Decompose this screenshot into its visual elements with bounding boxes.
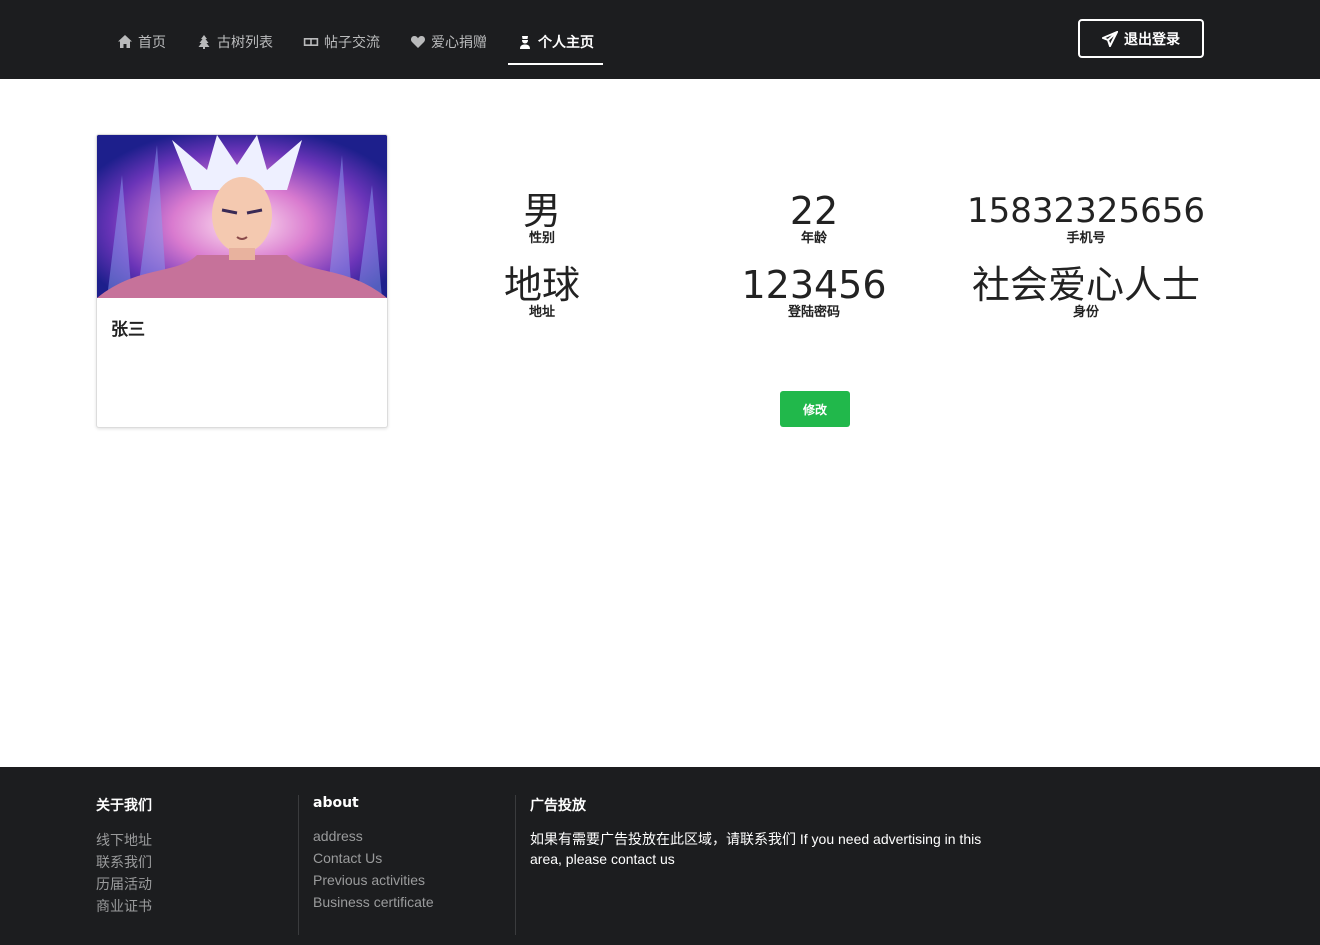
footer-ad-text: 如果有需要广告投放在此区域，请联系我们 If you need advertis… xyxy=(530,831,982,867)
footer-divider xyxy=(298,795,299,935)
footer-divider xyxy=(515,795,516,935)
profile-name: 张三 xyxy=(111,320,145,340)
address-value: 地球 xyxy=(503,263,580,307)
avatar xyxy=(97,135,387,298)
footer-link[interactable]: Previous activities xyxy=(313,869,434,891)
footer-link[interactable]: Contact Us xyxy=(313,847,434,869)
nav-item-label: 个人主页 xyxy=(538,35,594,51)
stat-age: 22 年龄 xyxy=(704,191,924,247)
nav-item-label: 爱心捐赠 xyxy=(431,35,487,51)
profile-card: 张三 xyxy=(96,134,388,428)
stat-phone: 15832325656 手机号 xyxy=(966,191,1206,247)
footer-about-us: 关于我们 线下地址 联系我们 历届活动 商业证书 xyxy=(96,795,152,917)
footer-link[interactable]: Business certificate xyxy=(313,891,434,913)
home-icon xyxy=(118,35,132,48)
nav-item-profile[interactable]: 个人主页 xyxy=(508,20,603,65)
stat-gender: 男 性别 xyxy=(432,191,652,247)
nav-item-label: 帖子交流 xyxy=(324,35,380,51)
password-value: 123456 xyxy=(741,263,887,307)
address-label: 地址 xyxy=(528,305,555,320)
nav-item-label: 古树列表 xyxy=(217,35,273,51)
nav-item-posts[interactable]: 帖子交流 xyxy=(294,20,389,64)
role-value: 社会爱心人士 xyxy=(971,263,1200,307)
password-label: 登陆密码 xyxy=(787,305,840,320)
gender-value: 男 xyxy=(522,189,561,233)
footer-col-title: 广告投放 xyxy=(530,798,586,814)
heart-icon xyxy=(410,36,426,48)
footer-link[interactable]: 线下地址 xyxy=(96,829,152,851)
footer-about: about address Contact Us Previous activi… xyxy=(313,795,434,913)
tree-icon xyxy=(198,35,210,49)
edit-button[interactable]: 修改 xyxy=(780,391,850,427)
stat-role: 社会爱心人士 身份 xyxy=(966,265,1206,321)
gender-label: 性别 xyxy=(528,231,555,246)
footer-link[interactable]: 历届活动 xyxy=(96,873,152,895)
age-label: 年龄 xyxy=(800,231,827,246)
nav-menu: 首页 古树列表 帖子交流 爱心捐赠 个人主页 xyxy=(108,20,615,65)
nav-item-tree-list[interactable]: 古树列表 xyxy=(187,20,282,64)
logout-button[interactable]: 退出登录 xyxy=(1078,19,1204,58)
logout-label: 退出登录 xyxy=(1124,31,1180,48)
footer-advertising: 广告投放 如果有需要广告投放在此区域，请联系我们 If you need adv… xyxy=(530,795,990,869)
avatar-image xyxy=(97,135,387,298)
age-value: 22 xyxy=(789,189,839,233)
footer-col-title: about xyxy=(313,795,359,811)
footer-link[interactable]: 联系我们 xyxy=(96,851,152,873)
nav-item-label: 首页 xyxy=(138,35,166,51)
stat-password: 123456 登陆密码 xyxy=(704,265,924,321)
phone-label: 手机号 xyxy=(1066,231,1106,246)
nav-item-home[interactable]: 首页 xyxy=(108,20,175,64)
stat-address: 地球 地址 xyxy=(432,265,652,321)
footer-col-title: 关于我们 xyxy=(96,798,152,814)
top-navbar: 首页 古树列表 帖子交流 爱心捐赠 个人主页 退出登录 xyxy=(0,0,1320,79)
phone-value: 15832325656 xyxy=(967,191,1205,231)
footer-link[interactable]: 商业证书 xyxy=(96,895,152,917)
role-label: 身份 xyxy=(1072,305,1099,320)
card-icon xyxy=(303,38,319,46)
nav-item-donation[interactable]: 爱心捐赠 xyxy=(401,20,496,64)
paper-plane-icon xyxy=(1102,30,1118,47)
footer: 关于我们 线下地址 联系我们 历届活动 商业证书 about address C… xyxy=(0,767,1320,945)
footer-link[interactable]: address xyxy=(313,825,434,847)
user-icon xyxy=(520,36,530,49)
